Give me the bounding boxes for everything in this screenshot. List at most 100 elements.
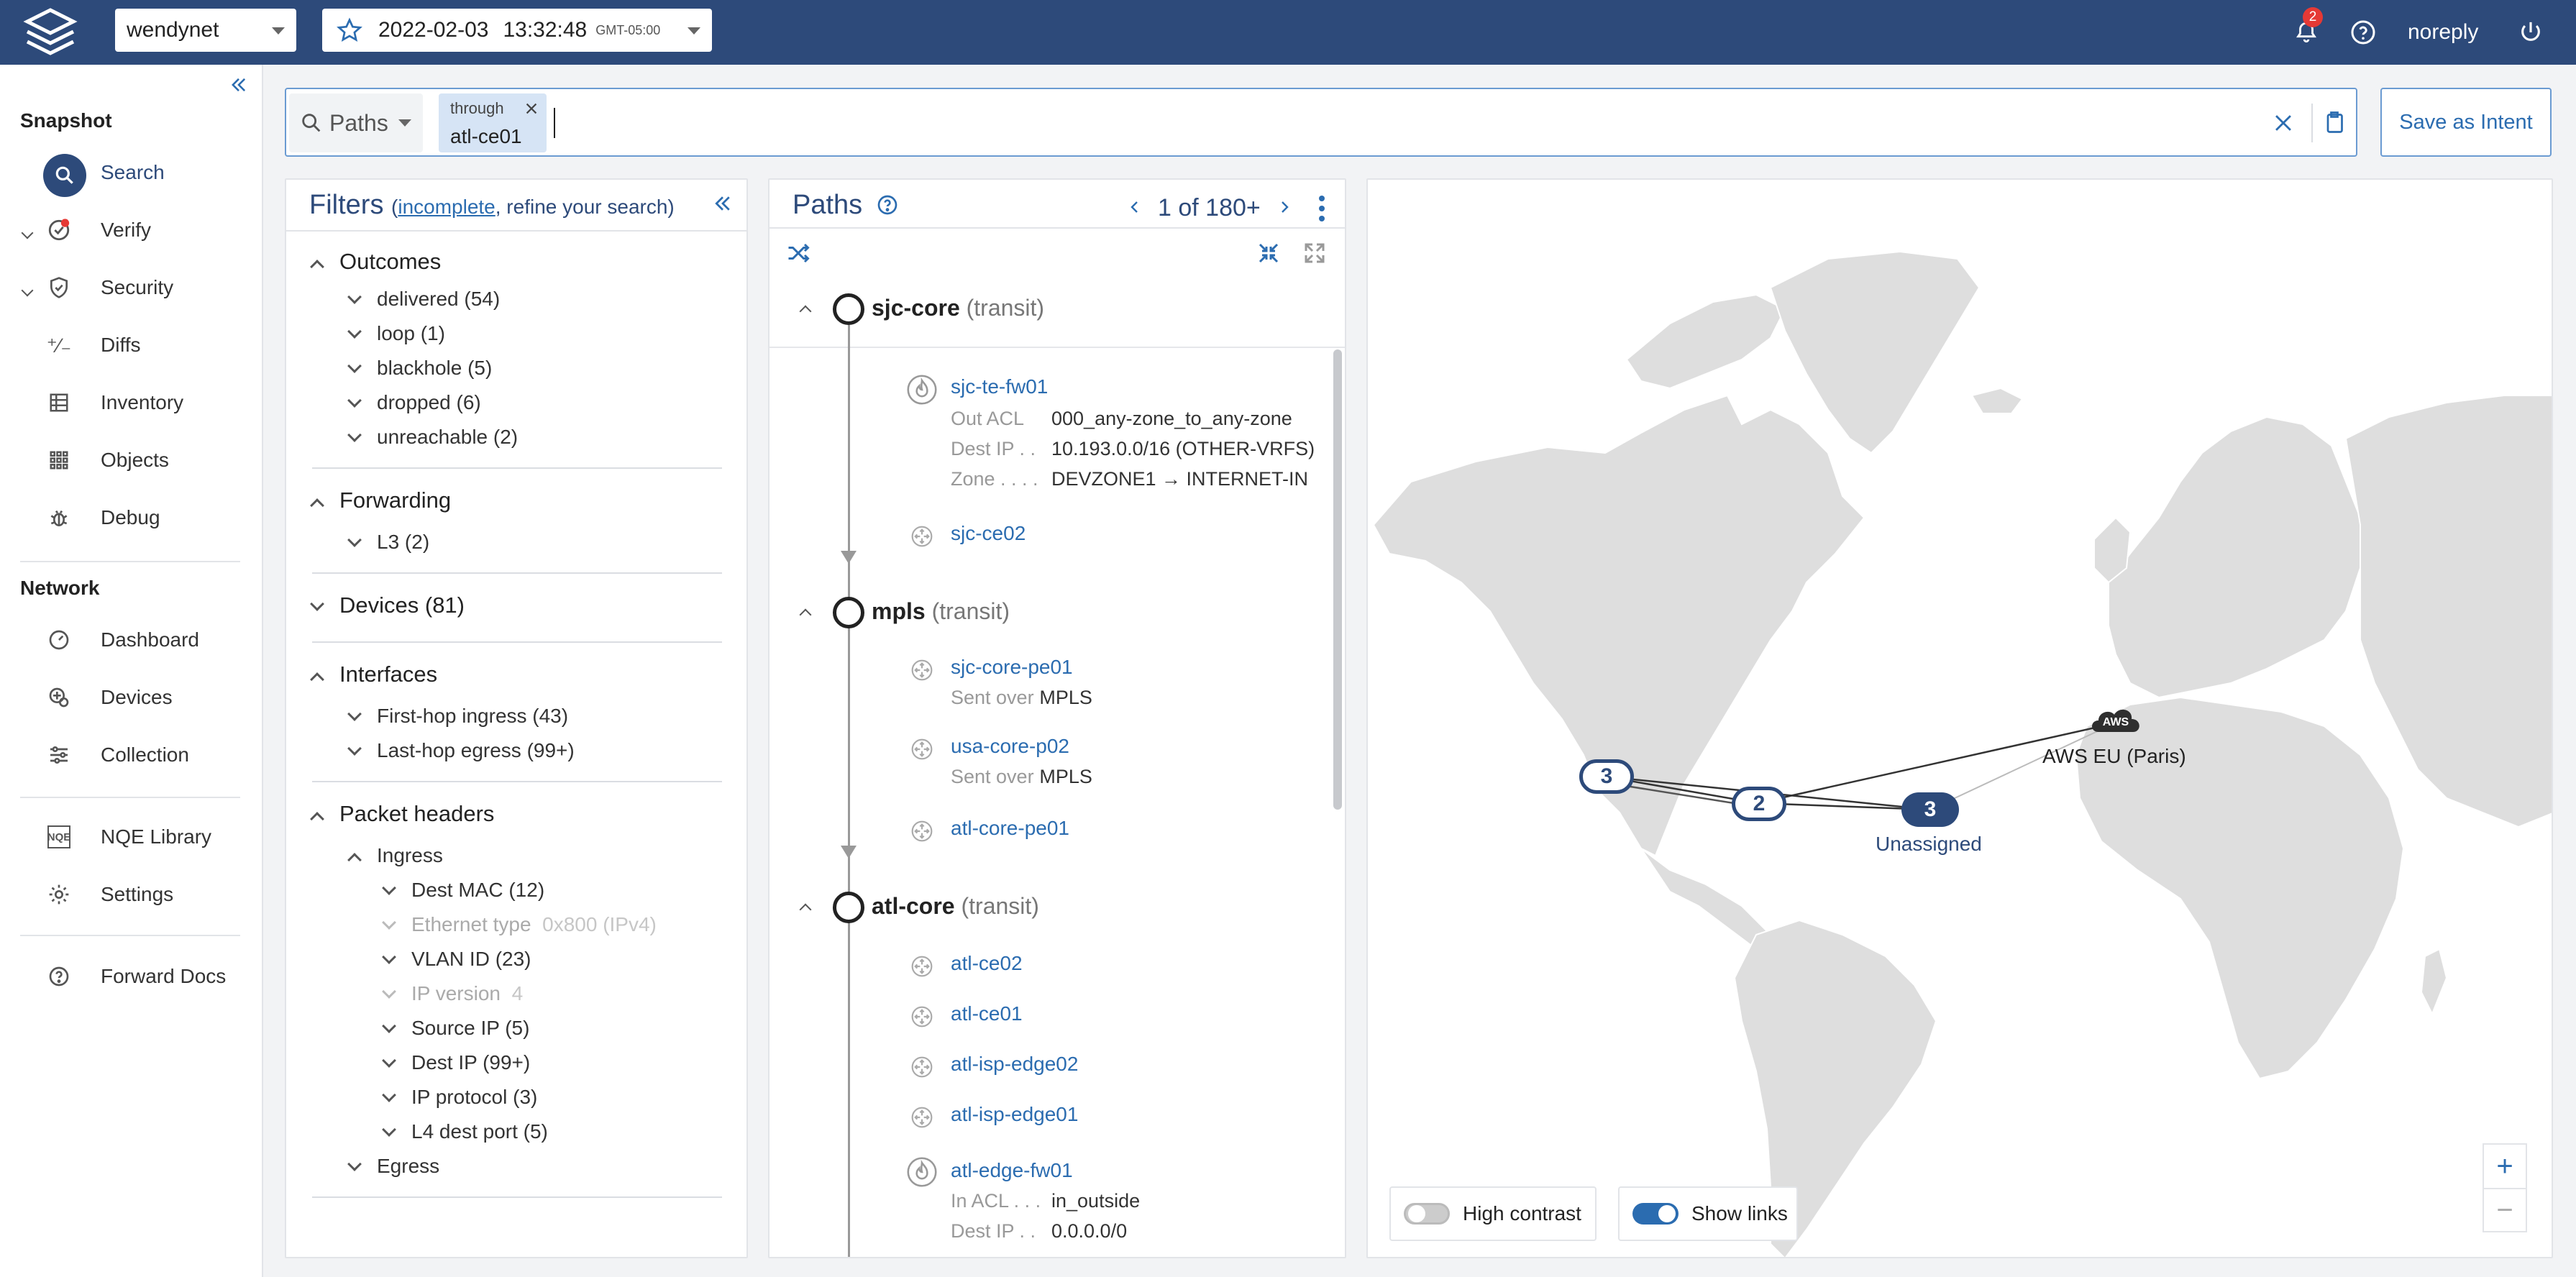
sidebar-item-diffs[interactable]: ⁺∕₋ Diffs [0, 322, 263, 368]
sidebar-item-verify[interactable]: Verify [0, 207, 263, 253]
sidebar-item-devices[interactable]: Devices [0, 674, 263, 720]
collapse-sidebar-button[interactable] [229, 75, 249, 99]
hop-link[interactable]: atl-isp-edge02 [951, 1053, 1078, 1076]
filter-item[interactable]: L3 (2) [347, 531, 429, 554]
router-icon [911, 956, 933, 977]
path-node-title[interactable]: atl-core (transit) [872, 893, 1039, 920]
zoom-out-button[interactable]: − [2483, 1188, 2527, 1232]
toggle-switch-on[interactable] [1632, 1203, 1678, 1225]
chevron-up-icon[interactable] [799, 902, 827, 916]
sidebar-item-nqe-library[interactable]: NQE NQE Library [0, 814, 263, 860]
detail-key: In ACL [951, 1190, 1009, 1212]
shuffle-icon[interactable] [785, 240, 811, 266]
sidebar-item-security[interactable]: Security [0, 265, 263, 311]
sidebar-item-inventory[interactable]: Inventory [0, 380, 263, 426]
power-icon [2521, 22, 2540, 41]
sidebar-item-label: Devices [101, 686, 173, 708]
filter-item[interactable]: loop (1) [347, 322, 445, 345]
chevron-up-icon[interactable] [799, 607, 827, 621]
map-panel[interactable]: 3 2 3 Unassigned AWS AWS EU (Paris) High… [1366, 178, 2553, 1258]
hop-link[interactable]: atl-isp-edge01 [951, 1103, 1078, 1126]
aws-cloud-marker[interactable]: AWS [2088, 702, 2143, 735]
double-chevron-left-icon[interactable] [712, 193, 734, 214]
filter-item[interactable]: Last-hop egress (99+) [347, 739, 575, 762]
toggle-switch-off[interactable] [1404, 1203, 1450, 1225]
filter-item[interactable]: delivered (54) [347, 288, 500, 311]
snapshot-selector[interactable]: 2022-02-03 13:32:48 GMT-05:00 [322, 9, 712, 52]
filter-item[interactable]: L4 dest port (5) [382, 1120, 548, 1143]
detail-key: Dest IP [951, 1220, 1015, 1242]
filter-label: unreachable (2) [377, 426, 519, 448]
sidebar-item-settings[interactable]: Settings [0, 871, 263, 917]
sidebar-item-forward-docs[interactable]: Forward Docs [0, 953, 263, 999]
sidebar-item-objects[interactable]: Objects [0, 437, 263, 483]
more-vertical-icon[interactable] [1316, 194, 1328, 223]
node-role: (transit) [966, 295, 1045, 321]
filter-group-interfaces[interactable]: Interfaces [310, 662, 437, 687]
star-icon[interactable] [337, 17, 362, 43]
scrollbar[interactable] [1333, 349, 1342, 810]
chevron-left-icon[interactable] [1126, 198, 1143, 216]
clear-search-icon[interactable] [2271, 111, 2296, 135]
sidebar-item-search[interactable]: Search [0, 150, 263, 197]
hop-link[interactable]: sjc-ce02 [951, 522, 1026, 545]
search-mode-dropdown[interactable]: Paths [289, 93, 423, 152]
search-bar[interactable]: Paths through atl-ce01 [285, 88, 2357, 157]
filter-item[interactable]: Dest IP (99+) [382, 1051, 530, 1074]
hop-link[interactable]: usa-core-p02 [951, 735, 1069, 758]
sidebar-item-debug[interactable]: Debug [0, 495, 263, 541]
filter-item[interactable]: IP protocol (3) [382, 1086, 537, 1109]
filter-item[interactable]: unreachable (2) [347, 426, 519, 449]
hop-link[interactable]: sjc-core-pe01 [951, 656, 1073, 679]
sidebar-item-collection[interactable]: Collection [0, 732, 263, 778]
hop-link[interactable]: atl-core-pe01 [951, 817, 1069, 840]
filter-group-forwarding[interactable]: Forwarding [310, 488, 452, 513]
filter-group-outcomes[interactable]: Outcomes [310, 249, 441, 275]
filter-item[interactable]: VLAN ID (23) [382, 948, 531, 971]
filter-item[interactable]: First-hop ingress (43) [347, 705, 569, 728]
node-name: sjc-core [872, 295, 960, 321]
chevron-right-icon[interactable] [1276, 198, 1293, 216]
filter-label: First-hop ingress (43) [377, 705, 569, 727]
map-cluster[interactable]: 2 [1732, 787, 1786, 821]
sidebar-item-dashboard[interactable]: Dashboard [0, 617, 263, 663]
collapse-all-icon[interactable] [1256, 240, 1282, 266]
firewall-icon [907, 1157, 937, 1187]
world-map[interactable] [1368, 180, 2553, 1258]
hop-link[interactable]: sjc-te-fw01 [951, 375, 1048, 398]
close-icon[interactable] [524, 101, 539, 116]
help-button[interactable] [2350, 0, 2376, 65]
path-node-title[interactable]: mpls (transit) [872, 598, 1010, 625]
filter-item[interactable]: Dest MAC (12) [382, 879, 544, 902]
incomplete-link[interactable]: incomplete [398, 196, 495, 218]
filter-group-devices[interactable]: Devices (81) [310, 592, 465, 618]
filter-item[interactable]: dropped (6) [347, 391, 481, 414]
high-contrast-toggle[interactable]: High contrast [1389, 1186, 1597, 1241]
filter-subgroup-ingress[interactable]: Ingress [347, 844, 443, 867]
logout-button[interactable] [2518, 0, 2543, 65]
expand-icon[interactable] [1302, 240, 1328, 266]
filter-item[interactable]: blackhole (5) [347, 357, 492, 380]
sidebar-item-label: Debug [101, 506, 160, 528]
filter-group-packet-headers[interactable]: Packet headers [310, 801, 494, 827]
copy-icon[interactable] [2321, 109, 2347, 135]
zoom-in-button[interactable]: + [2483, 1143, 2527, 1188]
path-node-title[interactable]: sjc-core (transit) [872, 295, 1044, 321]
filter-item[interactable]: Source IP (5) [382, 1017, 529, 1040]
hop-link[interactable]: atl-edge-fw01 [951, 1159, 1073, 1182]
group-label: Forwarding [339, 488, 452, 513]
filter-chip[interactable]: through atl-ce01 [439, 93, 547, 152]
forward-logo[interactable] [20, 6, 81, 59]
filter-subgroup-egress[interactable]: Egress [347, 1155, 439, 1178]
chevron-up-icon[interactable] [799, 303, 827, 318]
show-links-toggle[interactable]: Show links [1618, 1186, 1798, 1241]
map-cluster[interactable]: 3 [1579, 759, 1634, 794]
help-icon[interactable] [876, 193, 899, 216]
network-selector[interactable]: wendynet [115, 9, 296, 52]
user-menu[interactable]: noreply [2408, 0, 2478, 65]
hop-link[interactable]: atl-ce02 [951, 952, 1023, 975]
hop-link[interactable]: atl-ce01 [951, 1002, 1023, 1025]
save-as-intent-button[interactable]: Save as Intent [2380, 88, 2552, 157]
map-cluster-unassigned[interactable]: 3 [1901, 792, 1959, 827]
search-input[interactable] [559, 99, 2257, 147]
